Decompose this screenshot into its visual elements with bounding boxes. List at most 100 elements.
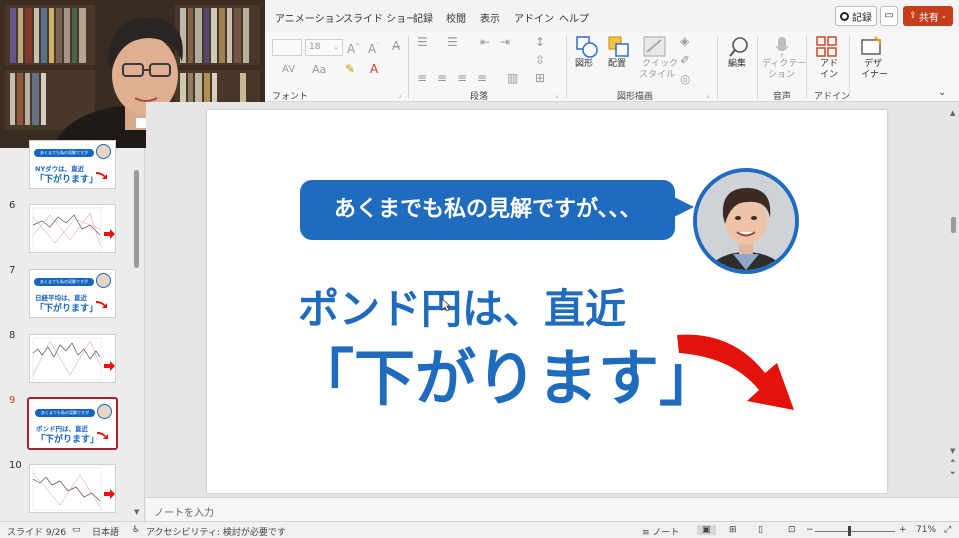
notes-pane[interactable]: ノートを入力 [146, 497, 959, 521]
align-left-icon[interactable]: ≡ [417, 72, 427, 84]
shape-effects-icon[interactable]: ◎ [680, 73, 690, 85]
canvas-scroll-thumb[interactable] [951, 217, 956, 233]
normal-view-button[interactable]: ▣ [697, 525, 716, 535]
designer-button[interactable]: デザ イナー [855, 34, 889, 84]
slide-canvas[interactable]: あくまでも私の見解ですが、、、 ポンド円は、直近 「下がります」 [207, 110, 887, 493]
slide-thumbnail-active[interactable]: あくまでも私の見解ですが ポンド円は、直近 「下がります」 [27, 397, 118, 450]
shrink-font-icon[interactable]: Aˇ [368, 41, 379, 55]
slide-sorter-button[interactable]: ⊞ [729, 525, 737, 535]
addins-button[interactable]: アド イン [812, 34, 842, 84]
chevron-down-icon: ⌄ [940, 12, 947, 20]
status-bar: スライド 9/26 ▭ 日本語 ♿ アクセシビリティ: 検討が必要です ≡ ノー… [0, 521, 959, 538]
previous-slide-icon[interactable]: ⏶ [950, 457, 956, 466]
bullets-icon[interactable]: ☰ [417, 36, 428, 48]
zoom-slider-track[interactable] [815, 531, 895, 532]
font-color-icon[interactable]: A [370, 63, 378, 75]
zoom-out-icon[interactable]: − [806, 525, 814, 535]
notes-toggle-button[interactable]: ≡ ノート [642, 525, 679, 538]
font-size-box[interactable]: 18 ⌄ [305, 39, 343, 56]
shape-fill-icon[interactable]: ◈ [680, 35, 689, 47]
dialog-launcher-icon[interactable]: ⌟ [398, 91, 401, 99]
next-slide-icon[interactable]: ⏷ [950, 469, 956, 478]
dialog-launcher-icon[interactable]: ⌟ [706, 91, 709, 99]
zoom-level[interactable]: 71% [916, 525, 936, 535]
search-icon [729, 37, 748, 57]
menu-slideshow[interactable]: スライド ショー [343, 10, 416, 25]
comments-button[interactable]: ▭ [880, 6, 898, 26]
slide-thumbnail[interactable] [29, 334, 116, 383]
headline-line1[interactable]: ポンド円は、直近 [298, 275, 626, 335]
shape-outline-icon[interactable]: ✐ [680, 54, 690, 66]
paragraph-group-label: 段落 [470, 92, 489, 102]
arrange-label: 配置 [608, 59, 627, 69]
share-button[interactable]: ⇪ 共有 ⌄ [903, 6, 953, 26]
scroll-up-icon[interactable]: ▲ [950, 109, 955, 117]
menu-record[interactable]: 記録 [413, 10, 433, 25]
zoom-slider-knob[interactable] [848, 526, 851, 536]
decrease-indent-icon[interactable]: ⇤ [480, 36, 490, 48]
align-text-icon[interactable]: ⇳ [535, 54, 545, 66]
addin-group-label: アドイン [814, 92, 851, 102]
reading-view-button[interactable]: ▯ [758, 525, 763, 535]
clear-format-icon[interactable]: A̶ [392, 40, 400, 52]
thumb-line2: 「下がります」 [35, 175, 99, 185]
dialog-launcher-icon[interactable]: ⌟ [555, 91, 558, 99]
presenter-portrait[interactable] [693, 168, 799, 274]
quick-styles-label-2: スタイル [639, 70, 676, 80]
down-arrow-icon[interactable] [677, 325, 802, 415]
columns-icon[interactable]: ▥ [507, 72, 518, 84]
text-direction-icon[interactable]: ↕ [535, 36, 545, 48]
thumbnail-scrollbar[interactable] [134, 170, 139, 268]
speech-bubble-tail [672, 196, 694, 218]
justify-icon[interactable]: ≡ [477, 72, 487, 84]
collapse-ribbon-icon[interactable]: ⌄ [938, 87, 946, 99]
down-arrow-icon [97, 432, 108, 439]
smartart-icon[interactable]: ⊞ [535, 72, 545, 84]
highlight-icon[interactable]: ✎ [345, 63, 355, 75]
zoom-in-icon[interactable]: + [899, 525, 907, 535]
char-spacing-icon[interactable]: AV [282, 64, 295, 76]
dictate-button[interactable]: ディクテー ション [762, 34, 806, 84]
slide-sorter-icon: ⊞ [729, 525, 737, 535]
powerpoint-window: アニメーション スライド ショー 記録 校閲 表示 アドイン ヘルプ 記録 ▭ … [0, 0, 959, 538]
notes-placeholder: ノートを入力 [154, 508, 214, 519]
designer-icon [861, 36, 882, 55]
align-center-icon[interactable]: ≡ [437, 72, 447, 84]
designer-label-2: イナー [861, 70, 888, 80]
increase-indent-icon[interactable]: ⇥ [500, 36, 510, 48]
slideshow-button[interactable]: ⊡ [788, 525, 796, 535]
slide-thumbnail[interactable] [29, 204, 116, 253]
menu-animations[interactable]: アニメーション [275, 10, 345, 25]
language-indicator[interactable]: 日本語 [92, 525, 119, 538]
speech-bubble[interactable]: あくまでも私の見解ですが、、、 [300, 180, 675, 240]
scroll-down-icon[interactable]: ▼ [950, 447, 955, 455]
voice-group-label: 音声 [773, 92, 792, 102]
slide-thumbnail[interactable] [29, 464, 116, 513]
book-icon[interactable]: ▭ [72, 525, 81, 535]
slide-thumbnail[interactable]: あくまでも私の見解ですが NYダウは、直近 「下がります」 [29, 140, 116, 189]
menu-review[interactable]: 校閲 [446, 10, 466, 25]
numbering-icon[interactable]: ☰ [447, 36, 458, 48]
arrange-button[interactable]: 配置 [604, 34, 634, 84]
change-case-icon[interactable]: Aa [312, 64, 326, 76]
normal-view-icon: ▣ [702, 525, 711, 535]
menu-help[interactable]: ヘルプ [559, 10, 589, 25]
shapes-button[interactable]: 図形 [573, 34, 601, 84]
grow-font-icon[interactable]: A^ [347, 41, 360, 55]
font-name-box[interactable] [272, 39, 302, 56]
menu-view[interactable]: 表示 [480, 10, 500, 25]
edit-button[interactable]: 編集 [725, 34, 753, 84]
quick-styles-button[interactable]: クイック スタイル [638, 34, 678, 84]
scroll-down-icon[interactable]: ▼ [134, 508, 139, 516]
menu-addins[interactable]: アドイン [514, 10, 554, 25]
thumb-bubble: あくまでも私の見解ですが [34, 278, 94, 286]
edit-label: 編集 [728, 59, 747, 69]
fit-to-window-icon[interactable]: ⤢ [944, 525, 951, 535]
align-right-icon[interactable]: ≡ [457, 72, 467, 84]
record-button[interactable]: 記録 [835, 6, 877, 26]
canvas-scrollbar[interactable]: ▲ ▼ ⏶ ⏷ [948, 102, 959, 497]
headline-line2[interactable]: 「下がります」 [293, 328, 720, 417]
slide-thumbnail[interactable]: あくまでも私の見解ですが 日経平均は、直近 「下がります」 [29, 269, 116, 318]
accessibility-status[interactable]: アクセシビリティ: 検討が必要です [146, 525, 286, 538]
designer-label-1: デザ [864, 59, 883, 69]
